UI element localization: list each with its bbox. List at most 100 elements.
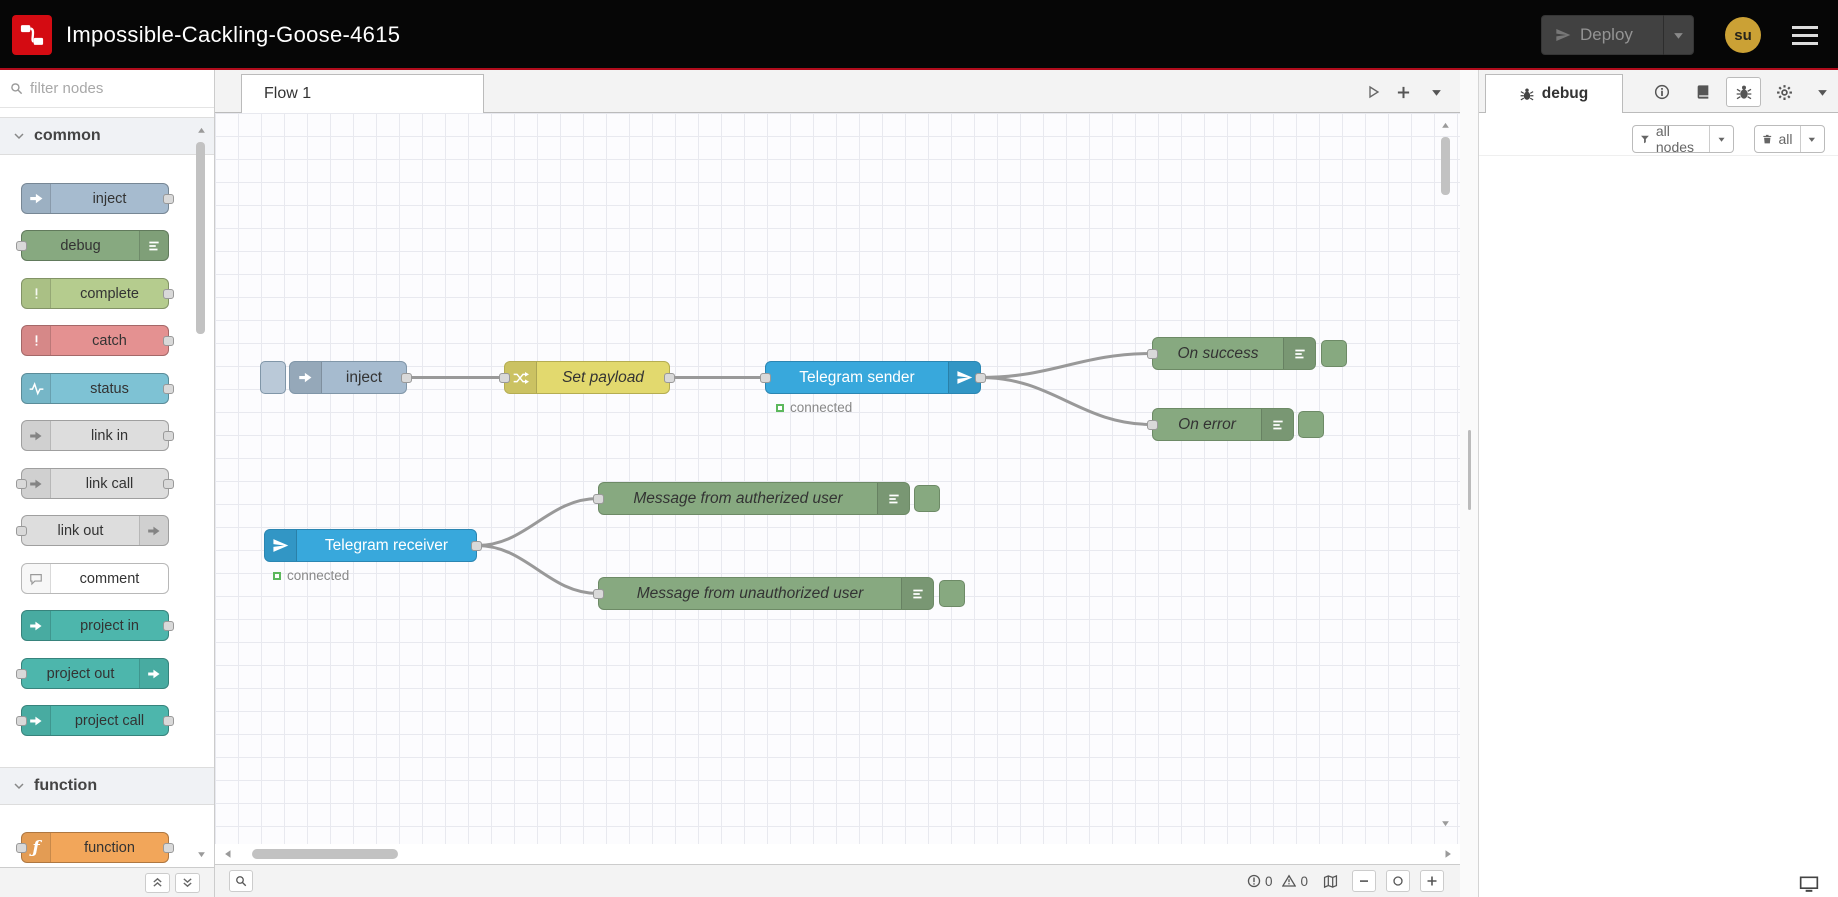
output-port[interactable] (471, 541, 482, 551)
zoom-in-button[interactable] (1420, 870, 1444, 892)
palette-node-label: function (84, 839, 135, 856)
node-on-error[interactable]: On error (1147, 408, 1294, 441)
inject-trigger-button[interactable] (260, 361, 286, 394)
toggle-event-log-button[interactable] (1799, 874, 1823, 894)
palette-node-label: status (90, 380, 129, 397)
debug-toggle-button[interactable] (939, 580, 965, 607)
debug-clear-button[interactable]: all (1754, 125, 1825, 153)
flow-list-button[interactable] (1423, 79, 1449, 105)
node-set-payload[interactable]: Set payload (499, 361, 675, 394)
main-menu-button[interactable] (1783, 15, 1827, 55)
palette-node-link-out[interactable]: link out (16, 515, 169, 546)
sidebar-tab-help-button[interactable] (1685, 77, 1720, 107)
error-count[interactable]: 0 (1247, 873, 1273, 889)
sidebar-tab-info-button[interactable] (1644, 77, 1679, 107)
add-flow-button[interactable] (1390, 79, 1416, 105)
canvas-scroll-up-arrow[interactable] (1441, 121, 1450, 130)
expand-categories-button[interactable] (145, 872, 170, 893)
wire-sender-onerror[interactable] (979, 376, 1154, 426)
warning-count[interactable]: 0 (1282, 874, 1308, 889)
output-port[interactable] (401, 373, 412, 383)
toggle-navigator-button[interactable] (1318, 870, 1342, 892)
canvas-scroll-right-arrow[interactable] (1443, 849, 1453, 859)
palette-node-inject[interactable]: inject (21, 183, 174, 214)
debug-toggle-button[interactable] (914, 485, 940, 512)
sidebar-tab-debug-button[interactable] (1726, 77, 1761, 107)
node-message-authorized[interactable]: Message from autherized user (593, 482, 910, 515)
funnel-icon (1640, 133, 1650, 145)
sidebar-splitter[interactable] (1460, 70, 1478, 897)
canvas-scroll-down-arrow[interactable] (1441, 819, 1450, 828)
palette-node-comment[interactable]: comment (21, 563, 169, 594)
tab-flow-1[interactable]: Flow 1 (241, 74, 484, 113)
canvas-footer-controls: 0 0 (1247, 870, 1444, 892)
input-port[interactable] (499, 373, 510, 383)
palette-node-project-out[interactable]: project out (16, 658, 169, 689)
palette-node-debug[interactable]: debug (16, 230, 169, 261)
project-in-icon (22, 611, 51, 640)
node-message-unauthorized[interactable]: Message from unauthorized user (593, 577, 934, 610)
palette-node-link-call[interactable]: link call (16, 468, 174, 499)
link-out-icon (139, 516, 168, 545)
input-port[interactable] (1147, 420, 1158, 430)
wire-receiver-unauthorized[interactable] (475, 544, 600, 595)
palette-node-label: inject (92, 190, 127, 207)
node-telegram-sender[interactable]: Telegram sender connected (760, 361, 986, 415)
input-port[interactable] (1147, 349, 1158, 359)
canvas-vertical-scrollbar-thumb[interactable] (1441, 137, 1450, 195)
minus-icon (1358, 875, 1370, 887)
error-count-value: 0 (1264, 873, 1273, 889)
input-port[interactable] (593, 494, 604, 504)
debug-messages-panel (1479, 156, 1838, 897)
user-avatar[interactable]: su (1725, 17, 1761, 53)
palette-node-project-in[interactable]: project in (21, 610, 174, 641)
palette-footer (0, 867, 214, 897)
input-port (16, 843, 27, 853)
sidebar-tab-config-button[interactable] (1767, 77, 1802, 107)
deploy-options-button[interactable] (1664, 29, 1693, 42)
wire-receiver-authorized[interactable] (475, 497, 600, 547)
debug-toggle-button[interactable] (1298, 411, 1324, 438)
flow-canvas[interactable]: inject Set payload Telegram sender conne… (215, 113, 1460, 844)
palette-node-catch[interactable]: catch (21, 325, 174, 356)
input-port[interactable] (593, 589, 604, 599)
canvas-scroll-left-arrow[interactable] (223, 849, 233, 859)
node-telegram-receiver[interactable]: Telegram receiver connected (264, 529, 482, 583)
node-inject[interactable]: inject (289, 361, 412, 394)
sidebar-menu-button[interactable] (1812, 82, 1832, 102)
palette-node-function[interactable]: ƒ function (16, 832, 174, 863)
debug-toggle-button[interactable] (1321, 340, 1347, 367)
output-port[interactable] (975, 373, 986, 383)
chevron-down-icon (1807, 134, 1817, 145)
debug-filter-button[interactable]: all nodes (1632, 123, 1734, 155)
sidebar: debug all nodes all (1478, 70, 1838, 897)
zoom-reset-button[interactable] (1386, 870, 1410, 892)
canvas-horizontal-scrollbar-thumb[interactable] (252, 849, 398, 859)
palette-scroll-down-arrow[interactable] (197, 850, 206, 859)
palette-node-project-call[interactable]: project call (16, 705, 174, 736)
zoom-out-button[interactable] (1352, 870, 1376, 892)
tab-debug[interactable]: debug (1485, 74, 1623, 113)
palette-sidebar: common inject debug complete catch statu… (0, 70, 229, 897)
collapse-categories-button[interactable] (175, 872, 200, 893)
wire-sender-onsuccess[interactable] (979, 352, 1154, 379)
debug-toolbar: all nodes all (1479, 113, 1838, 156)
node-on-success[interactable]: On success (1147, 337, 1316, 370)
palette-category-function[interactable]: function (0, 767, 214, 805)
debug-filter-label: all nodes (1655, 123, 1695, 155)
palette-node-link-in[interactable]: link in (21, 420, 174, 451)
open-flow-button[interactable] (1360, 79, 1386, 105)
palette-node-status[interactable]: status (21, 373, 174, 404)
deploy-button[interactable]: Deploy (1541, 15, 1694, 55)
search-flows-button[interactable] (229, 870, 253, 892)
deploy-label: Deploy (1580, 25, 1633, 44)
output-port[interactable] (664, 373, 675, 383)
palette-scroll-up-arrow[interactable] (197, 126, 206, 135)
palette-scrollbar-thumb[interactable] (196, 142, 205, 334)
node-red-logo (12, 15, 52, 55)
input-port[interactable] (760, 373, 771, 383)
palette-filter-input[interactable] (30, 80, 229, 97)
palette-node-complete[interactable]: complete (21, 278, 174, 309)
hamburger-menu-icon (1792, 33, 1818, 37)
palette-category-common[interactable]: common (0, 117, 214, 155)
